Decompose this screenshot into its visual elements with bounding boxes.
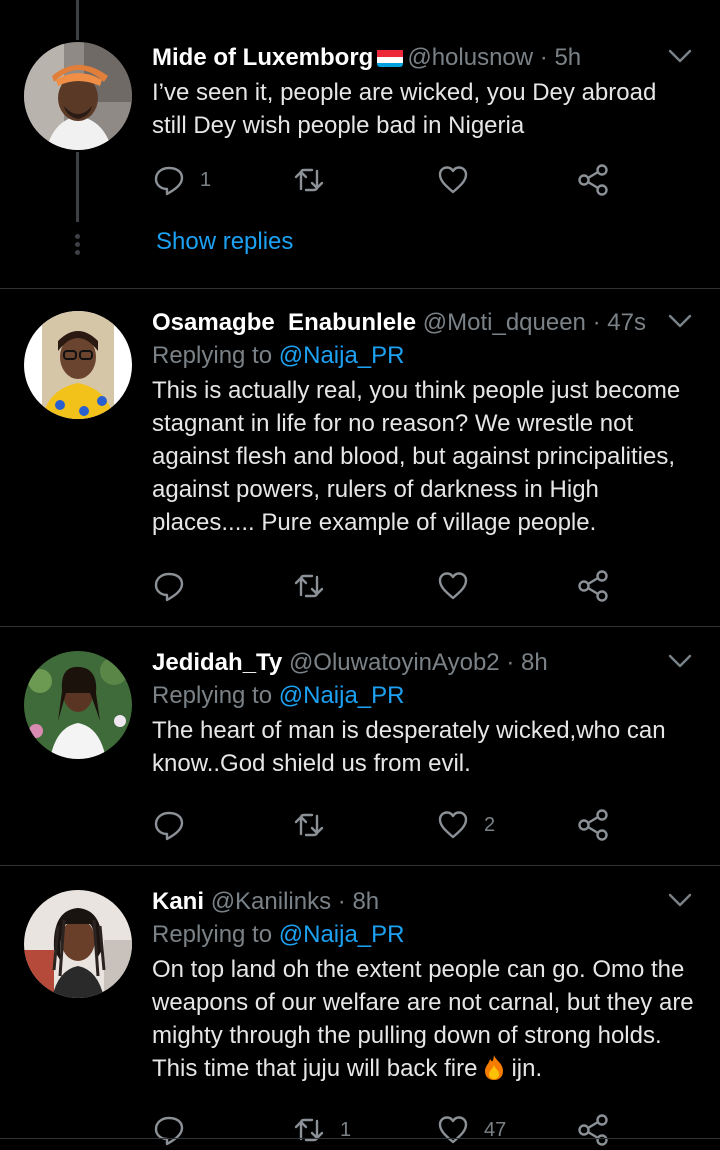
chevron-down-icon[interactable] (666, 307, 694, 335)
tweet-text-body: On top land oh the extent people can go.… (152, 956, 694, 1082)
avatar[interactable] (24, 42, 132, 150)
share-icon (578, 164, 608, 196)
share-button[interactable] (576, 805, 610, 845)
retweet-button[interactable] (292, 160, 340, 200)
tweet-actions (152, 566, 672, 606)
tweet-actions: 1 47 (152, 1110, 672, 1150)
like-count: 2 (484, 813, 496, 836)
like-icon (438, 811, 468, 839)
replying-to: Replying to @Naija_PR (152, 679, 702, 712)
like-icon (438, 166, 468, 194)
timestamp[interactable]: 8h (352, 888, 379, 915)
luxembourg-flag-icon (377, 47, 404, 67)
like-button[interactable] (436, 566, 484, 606)
like-icon (438, 572, 468, 600)
tweet-header: Mide of Luxemborg @holusnow · 5h (152, 42, 702, 74)
like-button[interactable]: 47 (436, 1110, 506, 1150)
reply-count: 1 (200, 168, 212, 191)
reply-icon (154, 811, 184, 841)
timestamp[interactable]: 8h (521, 649, 548, 676)
tweet-text: The heart of man is desperately wicked,w… (152, 717, 666, 777)
replying-to: Replying to @Naija_PR (152, 339, 702, 372)
tweet-feed: Mide of Luxemborg @holusnow · 5h I’ve see… (0, 0, 720, 1150)
tweet-item[interactable]: Mide of Luxemborg @holusnow · 5h I’ve see… (0, 0, 720, 288)
tweet-header: Kani @Kanilinks · 8h (152, 886, 702, 918)
share-icon (578, 1114, 608, 1146)
reply-button[interactable] (152, 566, 200, 606)
separator: · (337, 888, 346, 915)
tweet-item[interactable]: Jedidah_Ty @OluwatoyinAyob2 · 8h Replyin… (0, 627, 720, 865)
mention-link[interactable]: @Naija_PR (279, 921, 405, 948)
like-button[interactable] (436, 160, 484, 200)
display-name[interactable]: Mide of Luxemborg (152, 44, 373, 71)
timestamp[interactable]: 47s (607, 309, 646, 336)
share-button[interactable] (576, 1110, 610, 1150)
chevron-down-icon[interactable] (666, 42, 694, 70)
show-replies-link[interactable]: Show replies (156, 228, 293, 256)
reply-button[interactable] (152, 805, 200, 845)
reply-icon (154, 1116, 184, 1146)
chevron-down-icon[interactable] (666, 647, 694, 675)
user-handle[interactable]: @OluwatoyinAyob2 (289, 649, 500, 676)
reply-button[interactable] (152, 1110, 200, 1150)
reply-icon (154, 572, 184, 602)
reply-icon (154, 166, 184, 196)
tweet-text-end: ijn. (511, 1055, 543, 1082)
tweet-actions: 1 (152, 160, 672, 200)
separator: · (592, 309, 601, 336)
retweet-icon (294, 168, 324, 192)
retweet-button[interactable]: 1 (292, 1110, 351, 1150)
tweet-header: Osamagbe Enabunlele @Moti_dqueen · 47s (152, 307, 702, 339)
display-name[interactable]: Osamagbe Enabunlele (152, 309, 416, 336)
tweet-item[interactable]: Osamagbe Enabunlele @Moti_dqueen · 47s R… (0, 289, 720, 626)
retweet-icon (294, 813, 324, 837)
retweet-button[interactable] (292, 805, 340, 845)
replying-prefix: Replying to (152, 921, 273, 948)
tweet-text: On top land oh the extent people can go.… (152, 953, 702, 1085)
display-name[interactable]: Kani (152, 888, 204, 915)
share-icon (578, 570, 608, 602)
retweet-icon (294, 1118, 324, 1142)
user-handle[interactable]: @Moti_dqueen (423, 309, 586, 336)
tweet-item[interactable]: Kani @Kanilinks · 8h Replying to @Naija_… (0, 866, 720, 1150)
tweet-text: This is actually real, you think people … (152, 377, 681, 536)
share-icon (578, 809, 608, 841)
reply-button[interactable]: 1 (152, 160, 211, 200)
avatar[interactable] (24, 311, 132, 419)
fire-emoji-icon (481, 1053, 507, 1081)
retweet-icon (294, 574, 324, 598)
replying-prefix: Replying to (152, 342, 273, 369)
divider (0, 1138, 720, 1139)
tweet-text: I’ve seen it, people are wicked, you Dey… (152, 79, 657, 139)
separator: · (539, 44, 548, 71)
timestamp[interactable]: 5h (554, 44, 581, 71)
avatar[interactable] (24, 651, 132, 759)
tweet-header: Jedidah_Ty @OluwatoyinAyob2 · 8h (152, 647, 702, 679)
replying-prefix: Replying to (152, 682, 273, 709)
user-handle[interactable]: @Kanilinks (211, 888, 331, 915)
tweet-actions: 2 (152, 805, 672, 845)
replying-to: Replying to @Naija_PR (152, 918, 702, 951)
chevron-down-icon[interactable] (666, 886, 694, 914)
user-handle[interactable]: @holusnow (407, 44, 533, 71)
share-button[interactable] (576, 160, 610, 200)
retweet-button[interactable] (292, 566, 340, 606)
separator: · (506, 649, 515, 676)
mention-link[interactable]: @Naija_PR (279, 682, 405, 709)
share-button[interactable] (576, 566, 610, 606)
mention-link[interactable]: @Naija_PR (279, 342, 405, 369)
avatar[interactable] (24, 890, 132, 998)
like-icon (438, 1116, 468, 1144)
display-name[interactable]: Jedidah_Ty (152, 649, 282, 676)
like-button[interactable]: 2 (436, 805, 495, 845)
